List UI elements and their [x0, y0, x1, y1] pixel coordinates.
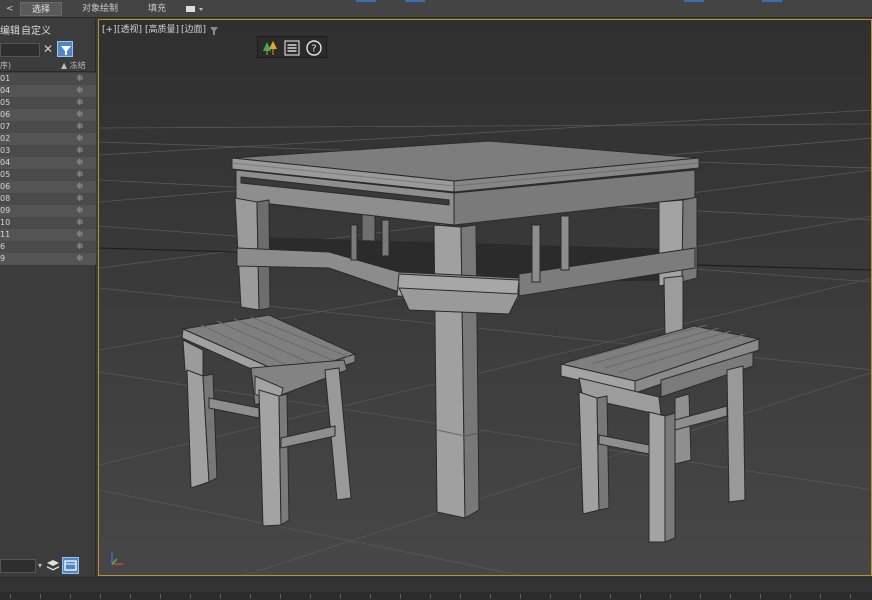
layer-name-field[interactable]	[0, 559, 36, 573]
filter-icon[interactable]	[209, 26, 219, 36]
list-item[interactable]: 08 ❄	[0, 193, 96, 205]
snowflake-icon[interactable]: ❄	[76, 241, 84, 253]
tab-select[interactable]: 选择	[20, 2, 62, 16]
tree-icon[interactable]	[261, 39, 279, 57]
list-item[interactable]: 02 ❄	[0, 133, 96, 145]
perspective-viewport[interactable]: [+] [透视] [高质量] [边面] ?	[98, 19, 872, 576]
snowflake-icon[interactable]: ❄	[76, 217, 84, 229]
explorer-menu-bar: 编辑 自定义	[0, 23, 96, 41]
menu-edit[interactable]: 编辑	[0, 23, 20, 41]
list-item[interactable]: 01 ❄	[0, 73, 96, 85]
layers-icon[interactable]	[46, 558, 60, 574]
snowflake-icon[interactable]: ❄	[76, 157, 84, 169]
viewport-scene	[99, 20, 871, 575]
list-item[interactable]: 05 ❄	[0, 169, 96, 181]
list-item[interactable]: 09 ❄	[0, 205, 96, 217]
viewport-point-of-view[interactable]: [透视]	[117, 24, 142, 36]
list-item[interactable]: 04 ❄	[0, 157, 96, 169]
chevron-down-icon[interactable]: ▾	[38, 559, 44, 573]
snowflake-icon[interactable]: ❄	[76, 85, 84, 97]
snowflake-icon[interactable]: ❄	[76, 121, 84, 133]
snowflake-icon[interactable]: ❄	[76, 73, 84, 85]
explorer-bottom-bar: ▾	[0, 556, 96, 576]
viewport-floating-toolbar: ?	[257, 36, 327, 58]
scene-view-button[interactable]	[62, 557, 79, 574]
ribbon-selection-marker	[356, 0, 376, 2]
svg-text:?: ?	[311, 44, 316, 55]
app-window: < 选择 对象绘制 填充 编辑 自定义 ✕ 序) ▲ 冻结 01❄ 04❄	[0, 0, 872, 600]
snowflake-icon[interactable]: ❄	[76, 193, 84, 205]
list-item[interactable]: 9 ❄	[0, 253, 96, 265]
viewport-plus-menu[interactable]: [+]	[102, 24, 117, 36]
filter-toggle-button[interactable]	[57, 41, 73, 57]
snowflake-icon[interactable]: ❄	[76, 145, 84, 157]
snowflake-icon[interactable]: ❄	[76, 133, 84, 145]
tab-populate[interactable]: 填充	[142, 2, 172, 16]
list-item[interactable]: 6 ❄	[0, 241, 96, 253]
status-bar	[0, 577, 872, 592]
snowflake-icon[interactable]: ❄	[76, 109, 84, 121]
snowflake-icon[interactable]: ❄	[76, 97, 84, 109]
menu-customize[interactable]: 自定义	[21, 23, 51, 41]
viewport-display-mode[interactable]: [边面]	[181, 24, 206, 36]
scene-explorer: 编辑 自定义 ✕ 序) ▲ 冻结 01 ❄ 04 ❄ 05 ❄ 06 ❄ 07 ❄ 02 ❄…	[0, 19, 96, 576]
column-freeze-header[interactable]: ▲ 冻结	[61, 60, 86, 72]
snowflake-icon[interactable]: ❄	[76, 181, 84, 193]
list-item[interactable]: 06 ❄	[0, 181, 96, 193]
tab-object-paint[interactable]: 对象绘制	[76, 2, 124, 16]
ribbon-selection-marker	[405, 0, 425, 2]
explorer-column-header: 序) ▲ 冻结	[0, 60, 96, 72]
ribbon-selection-marker	[762, 0, 782, 2]
list-item[interactable]: 07 ❄	[0, 121, 96, 133]
list-item[interactable]: 06 ❄	[0, 109, 96, 121]
ribbon-left-fragment: <	[6, 4, 14, 14]
list-item[interactable]: 04 ❄	[0, 85, 96, 97]
list-item[interactable]: 03 ❄	[0, 145, 96, 157]
viewport-shading[interactable]: [高质量]	[145, 24, 179, 36]
axis-tripod-icon	[111, 552, 123, 565]
snowflake-icon[interactable]: ❄	[76, 169, 84, 181]
filter-icon	[61, 46, 71, 55]
list-icon[interactable]	[283, 39, 301, 57]
help-icon[interactable]: ?	[305, 39, 323, 57]
camera-icon[interactable]	[184, 3, 208, 15]
timeline-ruler[interactable]	[0, 592, 872, 600]
ribbon-tab-strip: < 选择 对象绘制 填充	[0, 0, 872, 18]
scene-icon	[64, 560, 77, 571]
explorer-search-input[interactable]	[0, 43, 40, 57]
list-item[interactable]: 11 ❄	[0, 229, 96, 241]
list-item[interactable]: 10 ❄	[0, 217, 96, 229]
snowflake-icon[interactable]: ❄	[76, 205, 84, 217]
ribbon-selection-marker	[684, 0, 704, 2]
close-icon[interactable]: ✕	[41, 41, 55, 57]
column-name-header[interactable]: 序)	[0, 60, 11, 72]
list-item[interactable]: 05 ❄	[0, 97, 96, 109]
explorer-object-list: 01 ❄ 04 ❄ 05 ❄ 06 ❄ 07 ❄ 02 ❄ 03 ❄ 04 ❄ 05 ❄ 06 ❄ …	[0, 73, 96, 265]
snowflake-icon[interactable]: ❄	[76, 229, 84, 241]
snowflake-icon[interactable]: ❄	[76, 253, 84, 265]
